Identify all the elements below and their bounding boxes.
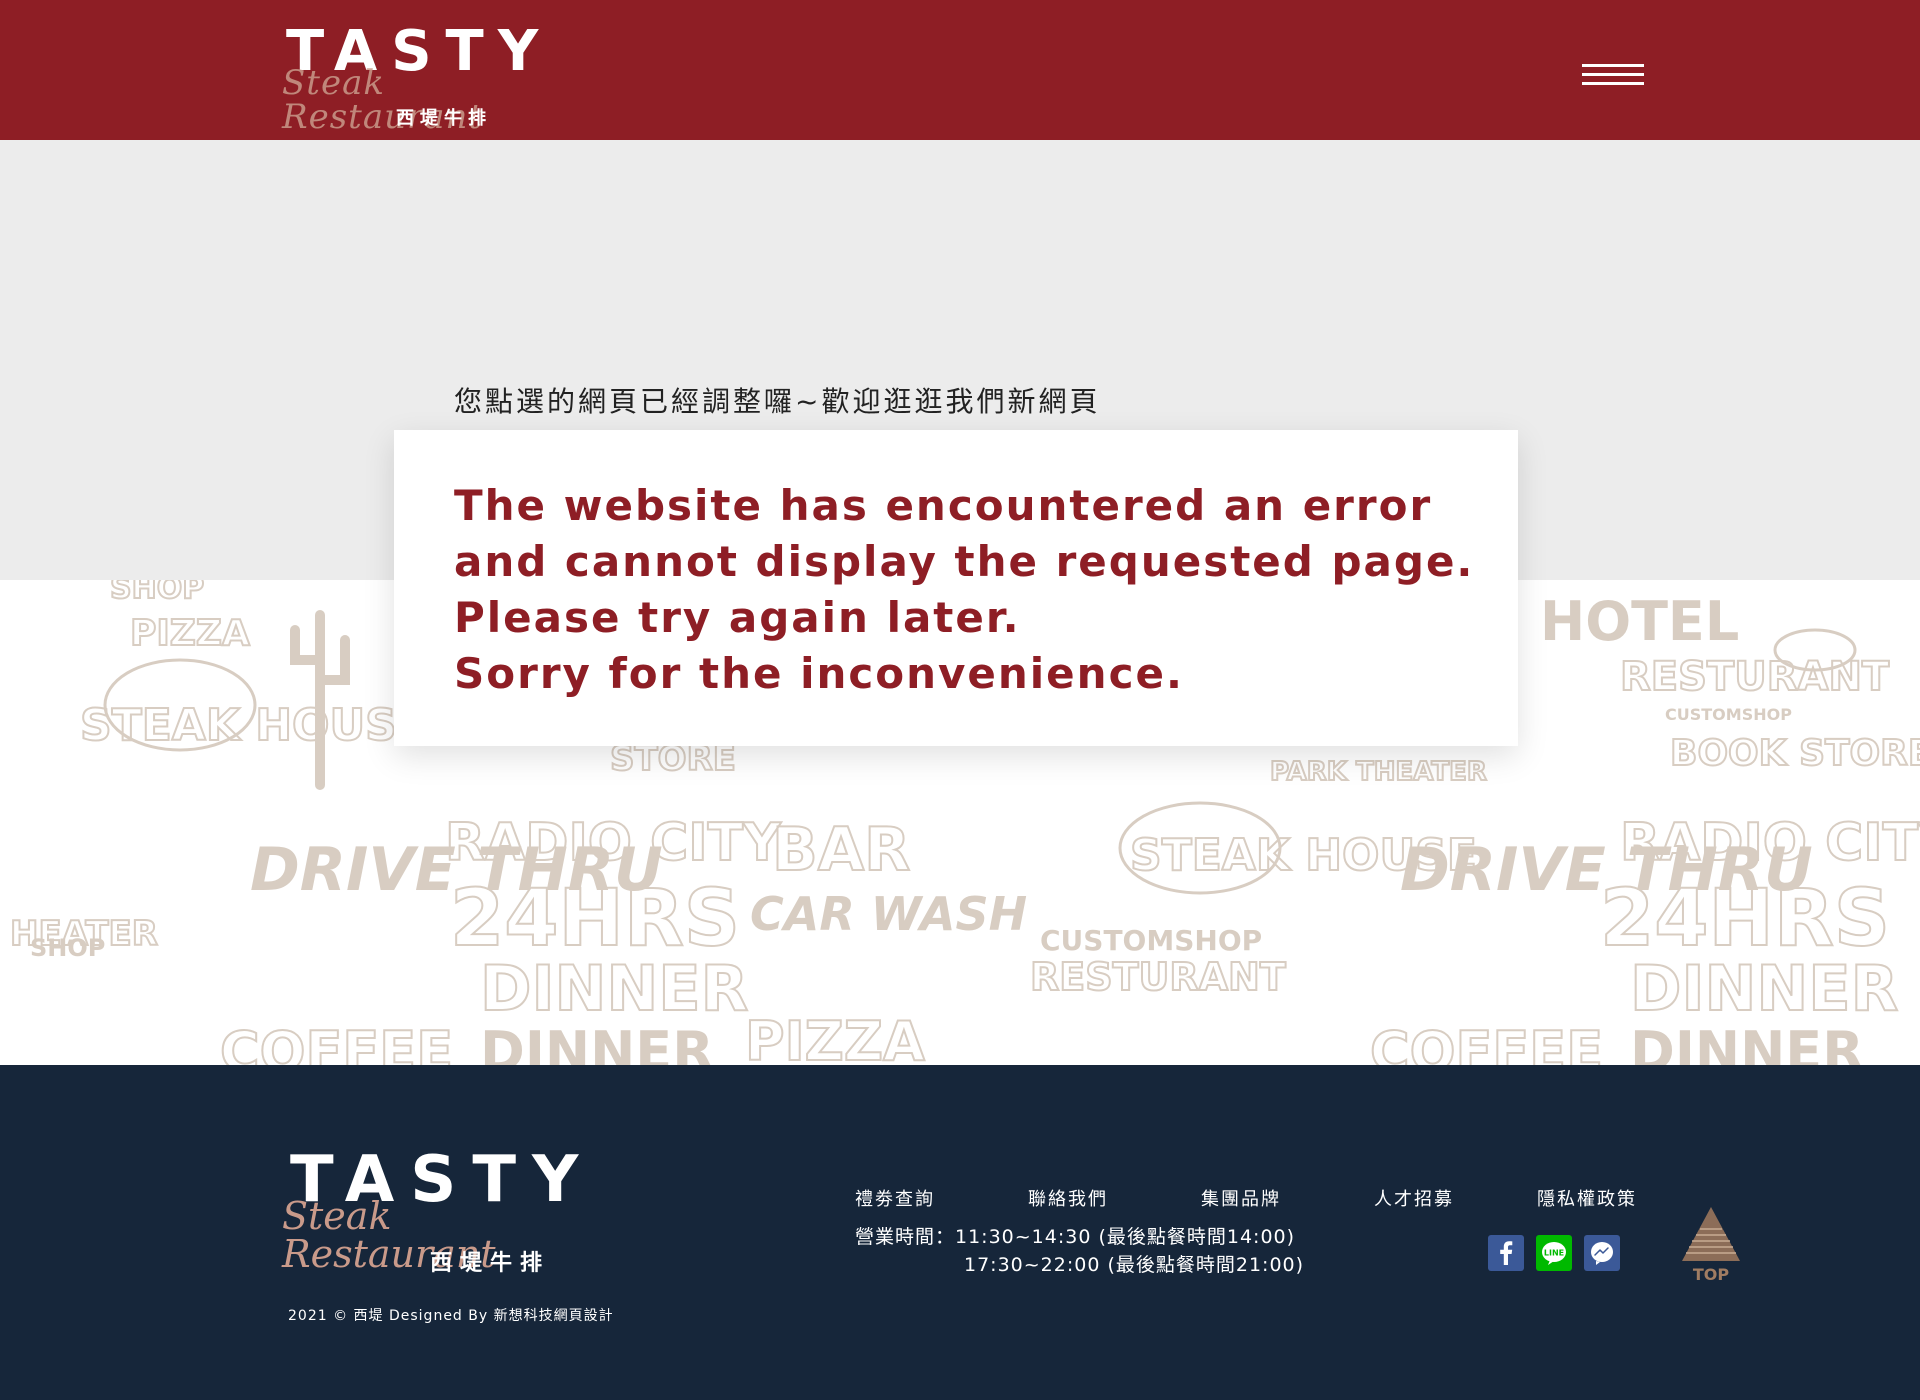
copyright-text: 2021 © 西堤 Designed By 新想科技網頁設計 bbox=[288, 1308, 614, 1324]
footer-logo-chinese-name: 西堤牛排 bbox=[430, 1251, 551, 1276]
footer-logo[interactable]: TASTY Steak Restaurant 西堤牛排 bbox=[282, 1145, 580, 1276]
main-content: SHOP PIZZA STEAK HOUSE HOTEL RESTURANT CUSTOM… bbox=[0, 140, 1920, 1065]
error-line: Sorry for the inconvenience. bbox=[454, 649, 1184, 698]
pattern-word: COFFEE bbox=[1370, 1020, 1603, 1065]
pattern-word: CUSTOMSHOP bbox=[1665, 705, 1792, 724]
triangle-up-icon bbox=[1682, 1207, 1740, 1261]
error-line: The website has encountered an error bbox=[454, 481, 1433, 530]
footer-link-voucher[interactable]: 禮劵查詢 bbox=[855, 1185, 935, 1211]
messenger-icon[interactable] bbox=[1584, 1235, 1620, 1271]
footer-link-privacy[interactable]: 隱私權政策 bbox=[1537, 1185, 1637, 1211]
pattern-word: COFFEE bbox=[220, 1020, 453, 1065]
menu-line bbox=[1582, 82, 1644, 85]
error-line: Please try again later. bbox=[454, 593, 1021, 642]
hours-line: 17:30~22:00 (最後點餐時間21:00) bbox=[964, 1254, 1305, 1276]
pattern-word: DINNER bbox=[1630, 1020, 1864, 1065]
pattern-word: STEAK HOUSE bbox=[1130, 830, 1477, 881]
pattern-word: SHOP bbox=[110, 580, 204, 606]
pattern-word: HOTEL bbox=[1540, 590, 1739, 653]
pattern-word: SHOP bbox=[30, 934, 105, 962]
back-to-top-button[interactable]: TOP bbox=[1680, 1205, 1742, 1285]
footer-link-contact[interactable]: 聯絡我們 bbox=[1028, 1185, 1108, 1211]
menu-line bbox=[1582, 73, 1644, 76]
footer-links: 禮劵查詢 聯絡我們 集團品牌 人才招募 隱私權政策 bbox=[855, 1185, 1675, 1211]
footer-link-brands[interactable]: 集團品牌 bbox=[1201, 1185, 1281, 1211]
logo-chinese-name: 西堤牛排 bbox=[396, 108, 492, 129]
top-label: TOP bbox=[1692, 1265, 1730, 1284]
business-hours: 營業時間：11:30~14:30 (最後點餐時間14:00) 17:30~22:… bbox=[855, 1223, 1304, 1279]
pattern-word: 24HRS bbox=[450, 874, 740, 964]
facebook-icon[interactable] bbox=[1488, 1235, 1524, 1271]
line-icon[interactable]: LINE bbox=[1536, 1235, 1572, 1271]
header-logo[interactable]: TASTY Steak Restaurant 西堤牛排 bbox=[282, 22, 538, 135]
svg-text:LINE: LINE bbox=[1544, 1249, 1564, 1258]
pattern-word: CUSTOMSHOP bbox=[1040, 924, 1262, 957]
error-message: The website has encountered an error and… bbox=[454, 478, 1474, 702]
pattern-word: PIZZA bbox=[745, 1010, 925, 1065]
redirect-notice: 您點選的網頁已經調整囉~歡迎逛逛我們新網頁 bbox=[454, 385, 1101, 418]
pattern-word: CAR WASH bbox=[750, 887, 1027, 941]
site-header: TASTY Steak Restaurant 西堤牛排 bbox=[0, 0, 1920, 140]
menu-line bbox=[1582, 64, 1644, 67]
site-footer: TASTY Steak Restaurant 西堤牛排 2021 © 西堤 De… bbox=[0, 1065, 1920, 1400]
footer-link-careers[interactable]: 人才招募 bbox=[1374, 1185, 1454, 1211]
hours-line: 營業時間：11:30~14:30 (最後點餐時間14:00) bbox=[855, 1226, 1296, 1248]
error-line: and cannot display the requested page. bbox=[454, 537, 1475, 586]
pattern-word: PARK THEATER bbox=[1270, 757, 1487, 787]
pattern-word: BOOK STORE bbox=[1670, 733, 1920, 774]
hamburger-menu-icon[interactable] bbox=[1582, 60, 1644, 90]
pattern-word: PIZZA bbox=[130, 613, 250, 654]
error-card: The website has encountered an error and… bbox=[394, 430, 1518, 746]
pattern-word: BAR bbox=[772, 815, 910, 885]
pattern-word: DINNER bbox=[480, 1020, 714, 1065]
pattern-word: RESTURANT bbox=[1030, 955, 1286, 999]
pattern-word: DINNER bbox=[480, 952, 748, 1025]
